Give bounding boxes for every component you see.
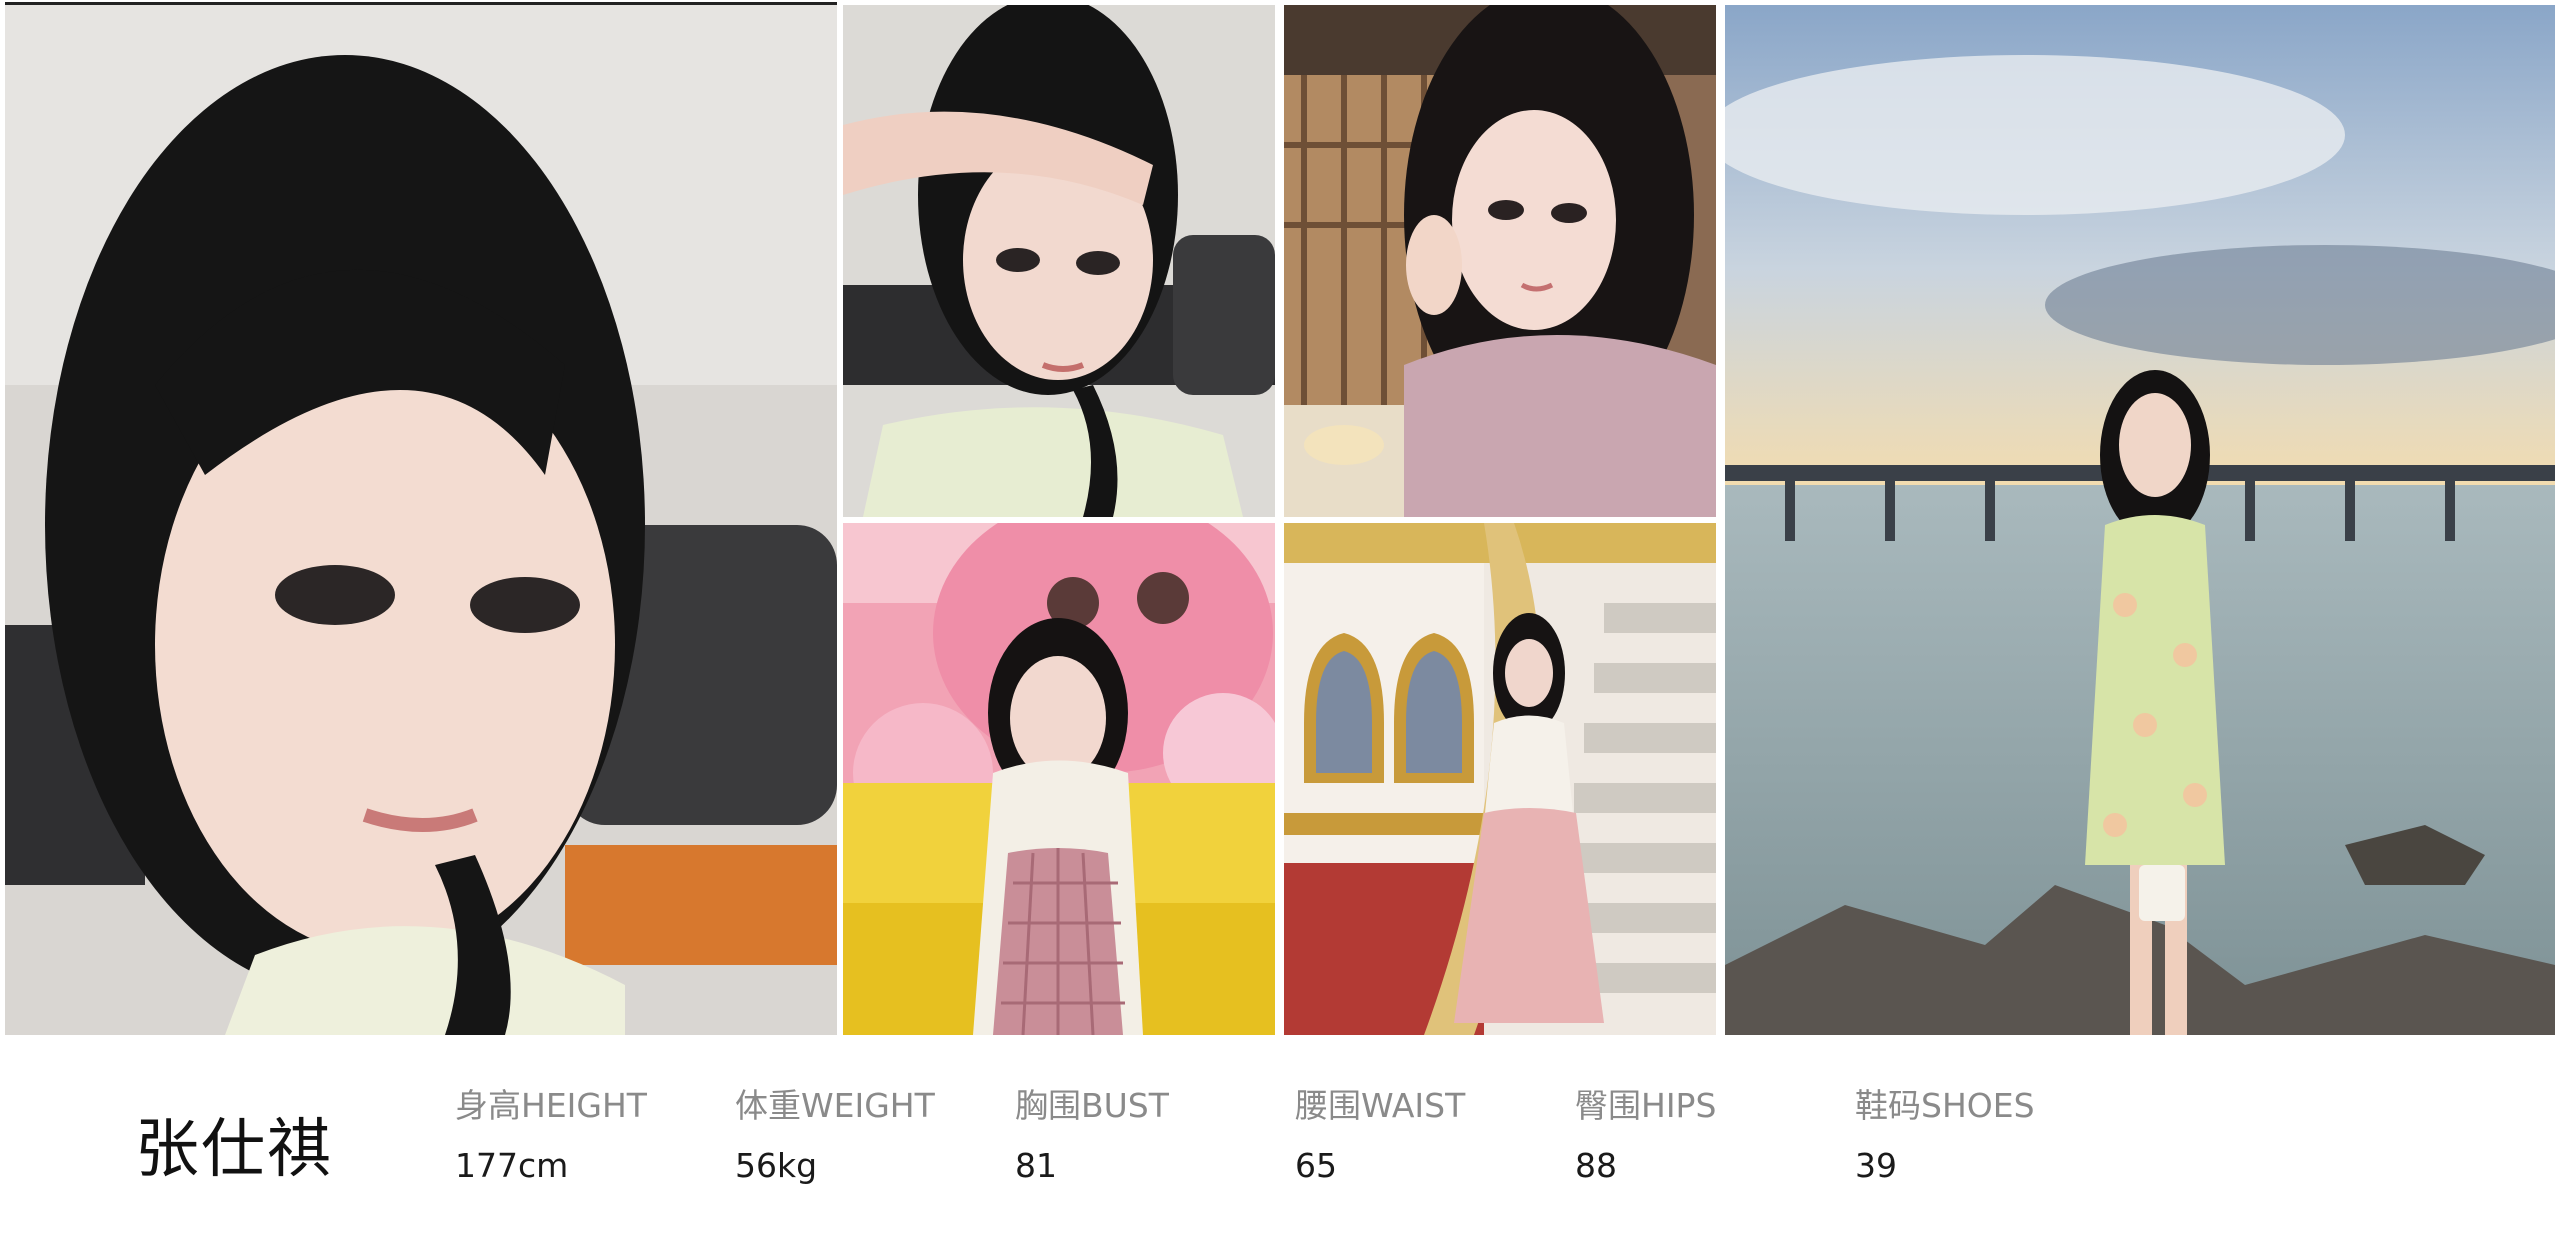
model-name: 张仕祺 xyxy=(135,1113,333,1187)
stat-waist-value: 65 xyxy=(1295,1146,1337,1185)
stat-shoes-value: 39 xyxy=(1855,1146,1897,1185)
stat-bust-label: 胸围BUST xyxy=(1015,1086,1169,1125)
photo-restaurant[interactable] xyxy=(1284,5,1716,517)
stat-shoes-label: 鞋码SHOES xyxy=(1855,1086,2035,1125)
stat-hips: 臀围HIPS 88 xyxy=(1575,1083,1716,1189)
stat-height-value: 177cm xyxy=(455,1146,569,1185)
photo-seaside[interactable] xyxy=(1725,5,2555,1035)
photo-restaurant-image xyxy=(1284,5,1716,517)
stat-waist-label: 腰围WAIST xyxy=(1295,1086,1466,1125)
photo-mural[interactable] xyxy=(843,523,1275,1035)
photo-car-selfie[interactable] xyxy=(5,5,837,1035)
stat-bust: 胸围BUST 81 xyxy=(1015,1083,1169,1189)
stat-shoes: 鞋码SHOES 39 xyxy=(1855,1083,2035,1189)
stat-hips-value: 88 xyxy=(1575,1146,1617,1185)
stat-hips-label: 臀围HIPS xyxy=(1575,1086,1717,1125)
stat-height: 身高HEIGHT 177cm xyxy=(455,1083,647,1189)
photo-car-selfie-image xyxy=(5,5,837,1035)
photo-mural-image xyxy=(843,523,1275,1035)
photo-hand-pose[interactable] xyxy=(843,5,1275,517)
stat-weight-label: 体重WEIGHT xyxy=(735,1086,935,1125)
photo-temple-stairs-image xyxy=(1284,523,1716,1035)
stat-bust-value: 81 xyxy=(1015,1146,1057,1185)
stat-weight: 体重WEIGHT 56kg xyxy=(735,1083,935,1189)
photo-hand-pose-image xyxy=(843,5,1275,517)
photo-seaside-image xyxy=(1725,5,2555,1035)
stat-waist: 腰围WAIST 65 xyxy=(1295,1083,1465,1189)
photo-temple-stairs[interactable] xyxy=(1284,523,1716,1035)
stat-weight-value: 56kg xyxy=(735,1146,818,1185)
stat-height-label: 身高HEIGHT xyxy=(455,1086,647,1125)
